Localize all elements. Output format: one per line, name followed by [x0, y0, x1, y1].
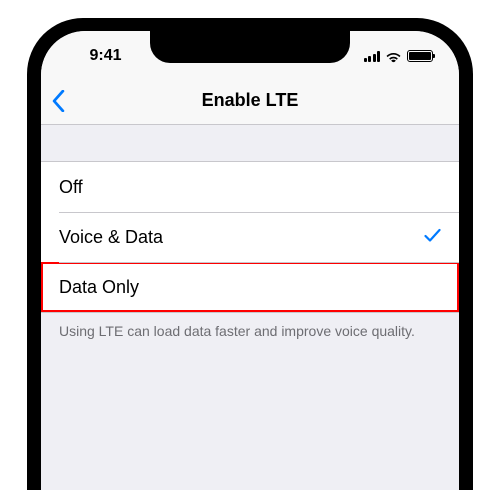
option-off[interactable]: Off	[41, 162, 459, 212]
option-voice-and-data[interactable]: Voice & Data	[41, 212, 459, 262]
screen: 9:41 Enable LTE	[41, 31, 459, 490]
wifi-icon	[385, 50, 402, 63]
cellular-signal-icon	[364, 51, 381, 62]
battery-icon	[407, 50, 433, 62]
footer-description: Using LTE can load data faster and impro…	[41, 313, 459, 349]
checkmark-icon	[424, 227, 441, 248]
navigation-bar: Enable LTE	[41, 77, 459, 125]
content-area: Off Voice & Data Data Only Using LTE can…	[41, 125, 459, 349]
option-data-only[interactable]: Data Only	[41, 262, 459, 312]
options-list: Off Voice & Data Data Only	[41, 161, 459, 313]
status-indicators	[352, 50, 451, 63]
option-label: Voice & Data	[59, 227, 163, 248]
phone-frame: 9:41 Enable LTE	[27, 18, 473, 490]
notch	[150, 31, 350, 63]
page-title: Enable LTE	[41, 90, 459, 111]
option-label: Data Only	[59, 277, 139, 298]
status-time: 9:41	[49, 47, 152, 65]
option-label: Off	[59, 177, 83, 198]
back-button[interactable]	[51, 90, 66, 112]
